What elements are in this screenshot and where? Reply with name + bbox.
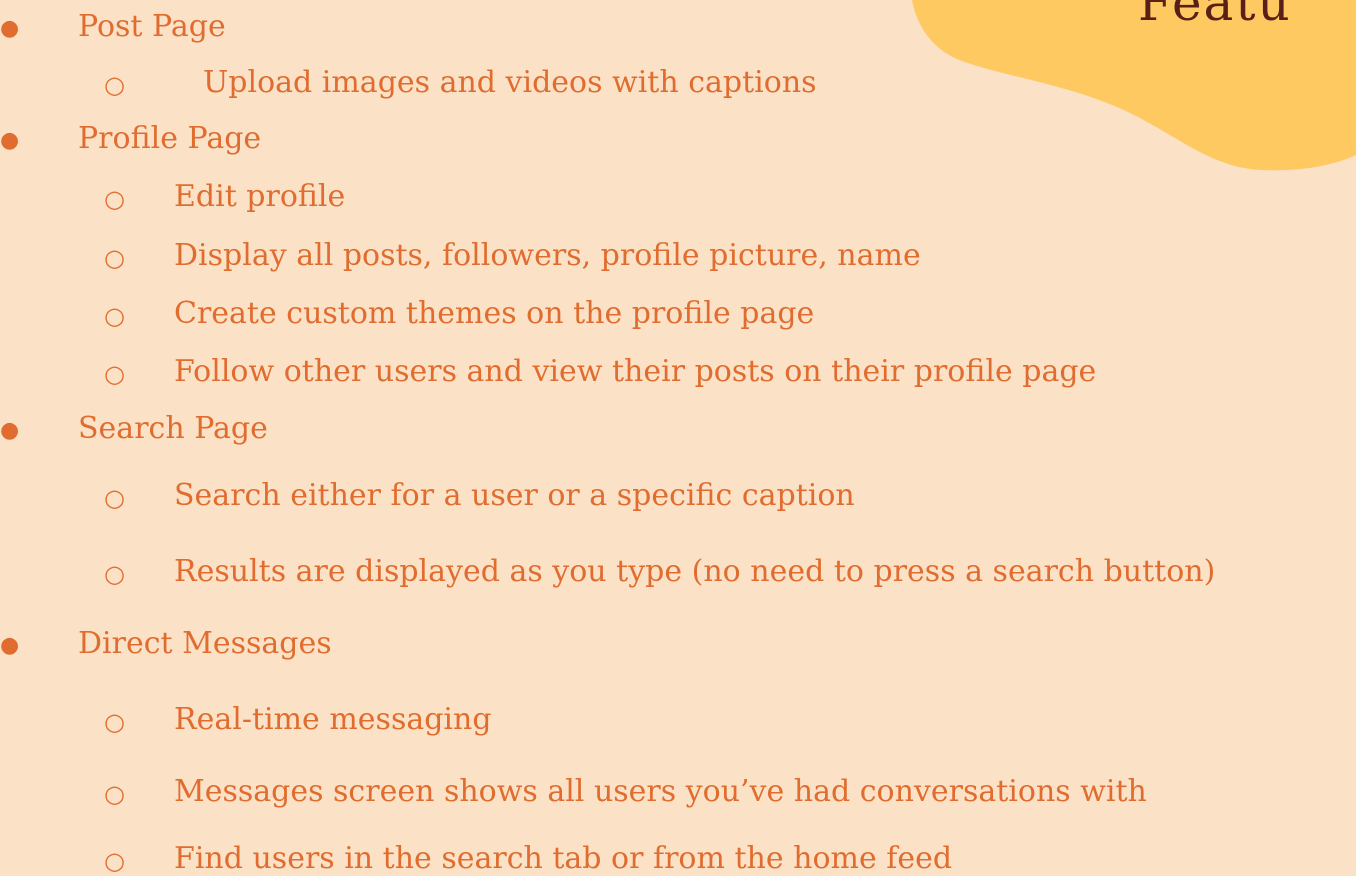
- section-label-profile-page: Profile Page: [78, 121, 262, 156]
- sub-bullet-icon: ○: [104, 847, 125, 875]
- sub-bullet-icon: ○: [104, 71, 125, 99]
- sub-bullet-icon: ○: [104, 484, 125, 512]
- sub-bullet-icon: ○: [104, 302, 125, 330]
- list-item-text: Messages screen shows all users you’ve h…: [174, 774, 1147, 809]
- section-label-post-page: Post Page: [78, 9, 226, 44]
- list-item-text: Create custom themes on the profile page: [174, 296, 815, 331]
- bullet-icon: ●: [0, 418, 20, 443]
- list-item-text: Search either for a user or a specific c…: [174, 478, 855, 513]
- list-item-text: Upload images and videos with captions: [203, 65, 817, 100]
- bullet-icon: ●: [0, 128, 20, 153]
- sub-bullet-icon: ○: [104, 244, 125, 272]
- sub-bullet-icon: ○: [104, 185, 125, 213]
- sub-bullet-icon: ○: [104, 708, 125, 736]
- list-item-text: Results are displayed as you type (no ne…: [174, 554, 1216, 589]
- section-label-direct-messages: Direct Messages: [78, 626, 332, 661]
- list-item-text: Follow other users and view their posts …: [174, 354, 1097, 389]
- list-item-text: Edit profile: [174, 179, 346, 214]
- sub-bullet-icon: ○: [104, 360, 125, 388]
- section-label-search-page: Search Page: [78, 411, 268, 446]
- list-item-text: Real-time messaging: [174, 702, 492, 737]
- sub-bullet-icon: ○: [104, 780, 125, 808]
- slide-title: Featu: [1138, 0, 1292, 32]
- sub-bullet-icon: ○: [104, 560, 125, 588]
- bullet-icon: ●: [0, 16, 20, 41]
- list-item-text: Find users in the search tab or from the…: [174, 841, 953, 876]
- bullet-icon: ●: [0, 633, 20, 658]
- list-item-text: Display all posts, followers, profile pi…: [174, 238, 921, 273]
